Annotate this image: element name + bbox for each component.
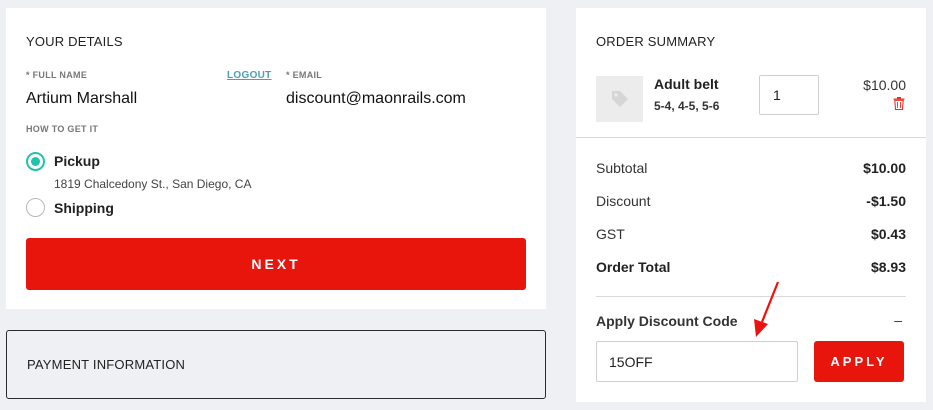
pickup-radio[interactable] bbox=[26, 152, 45, 171]
shipping-label[interactable]: Shipping bbox=[54, 200, 114, 216]
order-summary-panel: ORDER SUMMARY Adult belt 5-4, 4-5, 5-6 $… bbox=[576, 8, 926, 402]
item-variant: 5-4, 4-5, 5-6 bbox=[654, 99, 720, 113]
your-details-panel: YOUR DETAILS * FULL NAME Artium Marshall… bbox=[6, 8, 546, 309]
gst-value: $0.43 bbox=[870, 226, 906, 242]
email-label: * EMAIL bbox=[286, 70, 323, 80]
apply-discount-label[interactable]: Apply Discount Code bbox=[596, 313, 738, 329]
full-name-label: * FULL NAME bbox=[26, 70, 88, 80]
discount-code-input[interactable] bbox=[596, 341, 798, 382]
discount-value: -$1.50 bbox=[866, 193, 906, 209]
next-button[interactable]: NEXT bbox=[26, 238, 526, 290]
logout-link[interactable]: LOGOUT bbox=[227, 70, 272, 81]
details-title: YOUR DETAILS bbox=[26, 34, 123, 49]
gst-label: GST bbox=[596, 226, 625, 242]
remove-item-button[interactable] bbox=[893, 97, 905, 115]
order-total-label: Order Total bbox=[596, 259, 671, 275]
apply-button[interactable]: APPLY bbox=[814, 341, 904, 382]
summary-title: ORDER SUMMARY bbox=[596, 34, 716, 49]
full-name-value: Artium Marshall bbox=[26, 90, 138, 107]
email-value: discount@maonrails.com bbox=[286, 90, 466, 107]
how-to-get-label: HOW TO GET IT bbox=[26, 124, 99, 134]
shipping-radio[interactable] bbox=[26, 198, 45, 217]
item-name: Adult belt bbox=[654, 76, 719, 92]
subtotal-label: Subtotal bbox=[596, 160, 648, 176]
tag-icon bbox=[612, 91, 628, 107]
product-thumbnail bbox=[596, 76, 643, 122]
item-price: $10.00 bbox=[863, 77, 906, 93]
trash-icon bbox=[893, 97, 905, 111]
order-total-value: $8.93 bbox=[870, 259, 906, 275]
pickup-label[interactable]: Pickup bbox=[54, 153, 100, 169]
payment-information-panel[interactable]: PAYMENT INFORMATION bbox=[6, 330, 546, 399]
subtotal-value: $10.00 bbox=[863, 160, 906, 176]
payment-title[interactable]: PAYMENT INFORMATION bbox=[27, 357, 185, 372]
quantity-input[interactable] bbox=[759, 75, 819, 115]
pickup-address: 1819 Chalcedony St., San Diego, CA bbox=[54, 177, 252, 191]
collapse-toggle[interactable]: – bbox=[894, 312, 902, 328]
summary-divider bbox=[576, 137, 926, 138]
discount-label: Discount bbox=[596, 193, 651, 209]
discount-divider bbox=[596, 296, 906, 297]
